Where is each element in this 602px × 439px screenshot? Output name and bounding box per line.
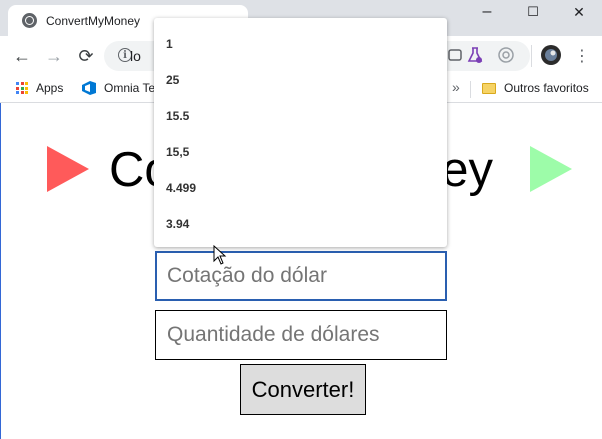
toolbar-divider <box>531 45 532 67</box>
apps-grid-icon <box>16 82 28 94</box>
autocomplete-option[interactable]: 15,5 <box>154 134 447 170</box>
exchange-rate-input[interactable] <box>155 251 447 301</box>
bookmarks-divider <box>470 81 471 98</box>
play-triangle-right-icon <box>530 146 572 192</box>
extension-icon[interactable] <box>446 46 464 64</box>
minimize-button[interactable]: – <box>464 0 510 24</box>
autocomplete-option[interactable]: 3.94 <box>154 206 447 242</box>
autocomplete-option[interactable]: 1 <box>154 26 447 62</box>
bookmarks-overflow-button[interactable]: » <box>452 79 460 95</box>
bookmark-label: Apps <box>36 81 64 95</box>
tab-title: ConvertMyMoney <box>46 13 141 28</box>
mouse-cursor-icon <box>213 245 227 265</box>
folder-icon <box>482 82 496 94</box>
back-button[interactable]: ← <box>10 44 34 68</box>
forward-button[interactable]: → <box>42 44 66 68</box>
bookmark-apps[interactable]: Apps <box>16 81 63 95</box>
globe-icon <box>22 13 37 28</box>
bookmark-other-favorites[interactable]: Outros favoritos <box>482 81 589 95</box>
autocomplete-option[interactable]: 4.499 <box>154 170 447 206</box>
bookmark-label: Outros favoritos <box>504 81 589 95</box>
bookmark-omnia[interactable]: Omnia Te <box>81 81 155 95</box>
azure-devops-icon <box>82 81 96 95</box>
target-icon[interactable] <box>497 46 515 64</box>
convert-button[interactable]: Converter! <box>240 364 366 415</box>
bookmark-label: Omnia Te <box>104 81 156 95</box>
url-text: lo <box>130 48 141 64</box>
autocomplete-dropdown: 1 25 15.5 15,5 4.499 3.94 <box>154 18 447 247</box>
flask-icon[interactable] <box>466 46 484 64</box>
dollar-amount-input[interactable] <box>155 310 447 360</box>
reload-button[interactable]: ⟳ <box>74 44 98 68</box>
close-window-button[interactable]: ✕ <box>556 0 602 24</box>
autocomplete-option[interactable]: 15.5 <box>154 98 447 134</box>
maximize-button[interactable]: ☐ <box>510 0 556 24</box>
profile-avatar[interactable] <box>541 45 561 65</box>
menu-kebab-icon[interactable]: ⋮ <box>574 45 590 67</box>
autocomplete-option[interactable]: 25 <box>154 62 447 98</box>
